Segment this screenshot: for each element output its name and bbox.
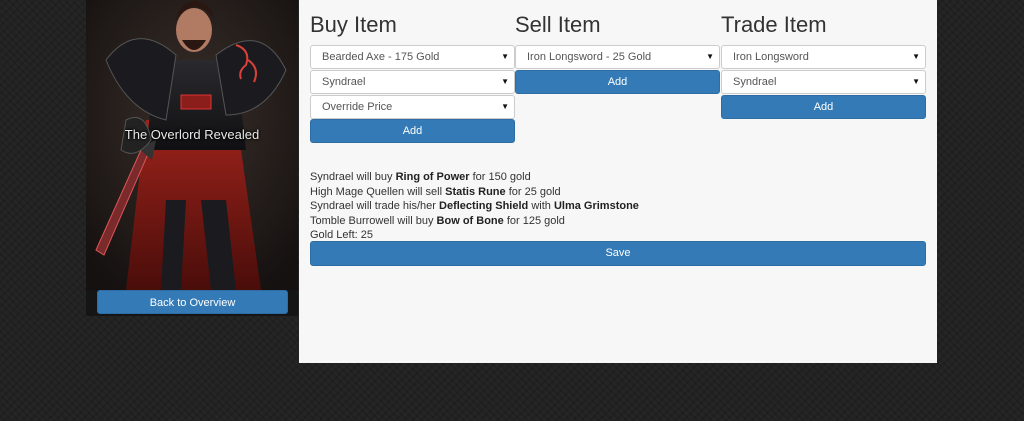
log-entry: Syndrael will trade his/her Deflecting S…: [310, 200, 639, 212]
buy-price-select[interactable]: Override Price ▼: [310, 95, 515, 119]
page: The Overlord Revealed Back to Overview B…: [0, 0, 1024, 421]
log-entry: Tomble Burrowell will buy Bow of Bone fo…: [310, 214, 565, 227]
shop-panel: Buy Item Bearded Axe - 175 Gold ▼ Syndra…: [299, 0, 937, 363]
log-entry: High Mage Quellen will sell Statis Rune …: [310, 185, 561, 198]
buy-item-select[interactable]: Bearded Axe - 175 Gold ▼: [310, 45, 515, 69]
chevron-down-icon: ▼: [501, 52, 509, 61]
trade-item-select[interactable]: Iron Longsword ▼: [721, 45, 926, 69]
log-entry: Syndrael will buy Ring of Power for 150 …: [310, 171, 531, 183]
buy-add-button[interactable]: Add: [310, 119, 515, 143]
trade-hero-select[interactable]: Syndrael ▼: [721, 70, 926, 94]
chevron-down-icon: ▼: [501, 77, 509, 86]
trade-hero-select-value: Syndrael: [733, 76, 777, 88]
quest-title: The Overlord Revealed: [124, 127, 260, 142]
chevron-down-icon: ▼: [912, 77, 920, 86]
trade-item-heading: Trade Item: [721, 12, 827, 37]
overlord-portrait: [86, 0, 298, 290]
log-item-name: Deflecting Shield: [439, 200, 529, 212]
transaction-log: Syndrael will buy Ring of Power for 150 …: [310, 170, 639, 243]
sell-add-button[interactable]: Add: [515, 70, 720, 94]
trade-item-select-value: Iron Longsword: [733, 51, 809, 63]
log-item-name: Ring of Power: [395, 171, 470, 183]
log-trade-target: Ulma Grimstone: [553, 200, 639, 212]
log-item-name: Statis Rune: [445, 185, 506, 198]
sell-item-select-value: Iron Longsword - 25 Gold: [527, 51, 652, 63]
chevron-down-icon: ▼: [501, 102, 509, 111]
back-to-overview-button[interactable]: Back to Overview: [97, 290, 288, 314]
buy-hero-select-value: Syndrael: [322, 76, 366, 88]
log-item-name: Bow of Bone: [436, 214, 504, 227]
chevron-down-icon: ▼: [912, 52, 920, 61]
save-button[interactable]: Save: [310, 241, 926, 266]
buy-hero-select[interactable]: Syndrael ▼: [310, 70, 515, 94]
chevron-down-icon: ▼: [706, 52, 714, 61]
trade-add-button[interactable]: Add: [721, 95, 926, 119]
sell-item-heading: Sell Item: [515, 12, 601, 37]
quest-card: The Overlord Revealed Back to Overview: [86, 0, 298, 316]
buy-item-heading: Buy Item: [310, 12, 397, 37]
buy-item-select-value: Bearded Axe - 175 Gold: [322, 51, 440, 63]
buy-price-select-value: Override Price: [322, 101, 393, 113]
sell-item-select[interactable]: Iron Longsword - 25 Gold ▼: [515, 45, 720, 69]
